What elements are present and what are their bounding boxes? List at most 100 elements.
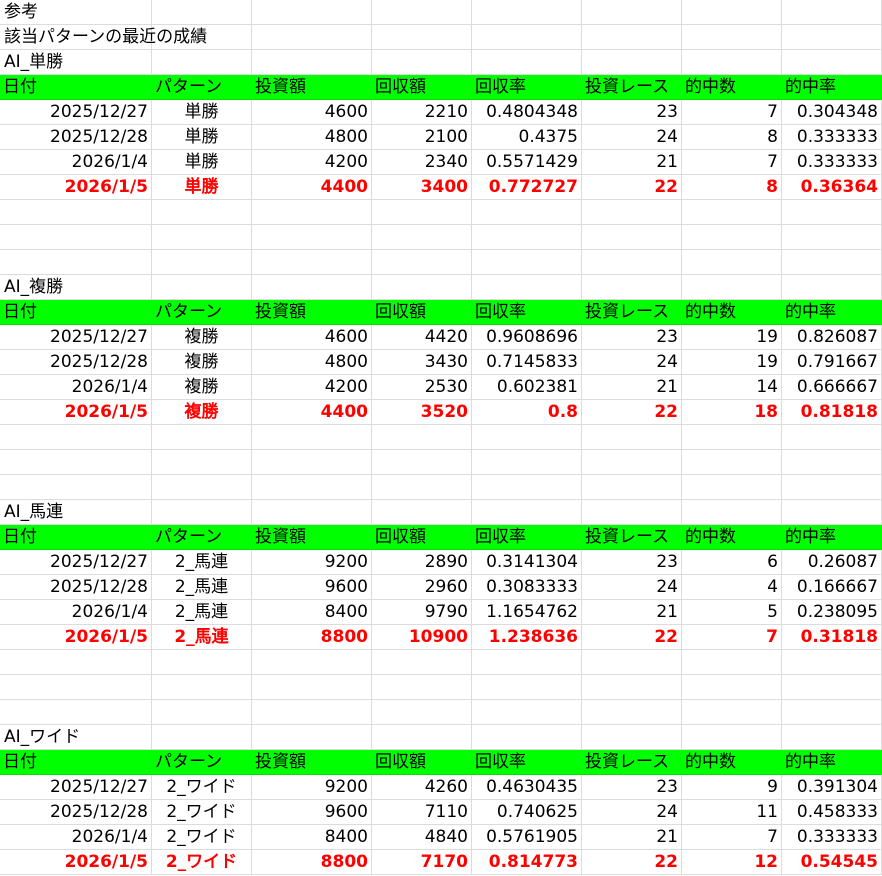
cell-pattern[interactable]: 単勝 — [152, 125, 252, 150]
header-investment[interactable]: 投資額 — [252, 750, 372, 775]
cell-empty[interactable] — [472, 725, 582, 750]
cell-hits[interactable]: 19 — [682, 325, 782, 350]
cell-return-rate[interactable]: 0.9608696 — [472, 325, 582, 350]
cell-hit-rate[interactable]: 0.458333 — [782, 800, 882, 825]
header-investment[interactable]: 投資額 — [252, 300, 372, 325]
cell-pattern[interactable]: 単勝 — [152, 100, 252, 125]
cell-races[interactable]: 23 — [582, 550, 682, 575]
header-date[interactable]: 日付 — [0, 525, 152, 550]
cell-hits[interactable]: 7 — [682, 625, 782, 650]
cell-return-amount[interactable]: 4840 — [372, 825, 472, 850]
cell-investment[interactable]: 8800 — [252, 850, 372, 875]
cell-return-amount[interactable]: 7110 — [372, 800, 472, 825]
cell-empty[interactable] — [582, 650, 682, 675]
header-pattern[interactable]: パターン — [152, 525, 252, 550]
cell-hit-rate[interactable]: 0.391304 — [782, 775, 882, 800]
cell-empty[interactable] — [582, 250, 682, 275]
cell-investment[interactable]: 4200 — [252, 150, 372, 175]
cell-return-rate[interactable]: 0.602381 — [472, 375, 582, 400]
header-pattern[interactable]: パターン — [152, 300, 252, 325]
header-date[interactable]: 日付 — [0, 300, 152, 325]
cell-empty[interactable] — [252, 0, 372, 25]
cell-empty[interactable] — [682, 225, 782, 250]
cell-return-rate[interactable]: 0.5571429 — [472, 150, 582, 175]
cell-return-rate[interactable]: 0.4804348 — [472, 100, 582, 125]
header-races[interactable]: 投資レース — [582, 525, 682, 550]
cell-empty[interactable] — [682, 250, 782, 275]
cell-empty[interactable] — [252, 700, 372, 725]
cell-empty[interactable] — [152, 450, 252, 475]
cell-investment[interactable]: 4800 — [252, 125, 372, 150]
cell-empty[interactable] — [252, 275, 372, 300]
cell-empty[interactable] — [152, 675, 252, 700]
cell-hits[interactable]: 7 — [682, 100, 782, 125]
cell-return-rate[interactable]: 0.3083333 — [472, 575, 582, 600]
spreadsheet-grid[interactable]: 参考 該当パターンの最近の成績 AI_単勝 日付 パターン 投資額 回収額 回収率 投資レース的… — [0, 0, 882, 876]
cell-empty[interactable] — [472, 250, 582, 275]
cell-empty[interactable] — [472, 475, 582, 500]
cell-empty[interactable] — [682, 475, 782, 500]
header-pattern[interactable]: パターン — [152, 750, 252, 775]
header-hits[interactable]: 的中数 — [682, 750, 782, 775]
cell-hit-rate[interactable]: 0.791667 — [782, 350, 882, 375]
cell-empty[interactable] — [582, 200, 682, 225]
cell-date[interactable]: 2026/1/4 — [0, 600, 152, 625]
cell-empty[interactable] — [0, 250, 152, 275]
header-races[interactable]: 投資レース — [582, 300, 682, 325]
cell-empty[interactable] — [472, 425, 582, 450]
cell-hit-rate[interactable]: 0.238095 — [782, 600, 882, 625]
cell-hits[interactable]: 5 — [682, 600, 782, 625]
cell-empty[interactable] — [0, 200, 152, 225]
cell-empty[interactable] — [682, 450, 782, 475]
cell-pattern[interactable]: 2_馬連 — [152, 575, 252, 600]
header-return-rate[interactable]: 回収率 — [472, 300, 582, 325]
cell-hits[interactable]: 12 — [682, 850, 782, 875]
cell-investment[interactable]: 9200 — [252, 550, 372, 575]
cell-empty[interactable] — [0, 675, 152, 700]
cell-empty[interactable] — [782, 450, 882, 475]
cell-empty[interactable] — [782, 725, 882, 750]
cell-date[interactable]: 2025/12/28 — [0, 800, 152, 825]
cell-races[interactable]: 24 — [582, 350, 682, 375]
cell-empty[interactable] — [252, 50, 372, 75]
cell-races[interactable]: 24 — [582, 800, 682, 825]
cell-empty[interactable] — [252, 675, 372, 700]
cell-date[interactable]: 2025/12/28 — [0, 575, 152, 600]
cell-investment[interactable]: 4400 — [252, 400, 372, 425]
cell-empty[interactable] — [782, 250, 882, 275]
cell-empty[interactable] — [582, 50, 682, 75]
header-pattern[interactable]: パターン — [152, 75, 252, 100]
cell-empty[interactable] — [472, 225, 582, 250]
cell-investment[interactable]: 4800 — [252, 350, 372, 375]
cell-pattern[interactable]: 2_ワイド — [152, 800, 252, 825]
cell-empty[interactable] — [252, 650, 372, 675]
cell-empty[interactable] — [372, 275, 472, 300]
cell-pattern[interactable]: 2_馬連 — [152, 625, 252, 650]
cell-investment[interactable]: 4400 — [252, 175, 372, 200]
header-races[interactable]: 投資レース — [582, 750, 682, 775]
cell-date[interactable]: 2026/1/4 — [0, 375, 152, 400]
cell-empty[interactable] — [252, 725, 372, 750]
cell-empty[interactable] — [582, 700, 682, 725]
cell-date[interactable]: 2026/1/5 — [0, 175, 152, 200]
cell-empty[interactable] — [782, 675, 882, 700]
cell-empty[interactable] — [782, 25, 882, 50]
cell-pattern[interactable]: 複勝 — [152, 400, 252, 425]
cell-investment[interactable]: 4600 — [252, 100, 372, 125]
cell-empty[interactable] — [682, 275, 782, 300]
cell-pattern[interactable]: 2_馬連 — [152, 600, 252, 625]
cell-empty[interactable] — [782, 0, 882, 25]
header-hit-rate[interactable]: 的中率 — [782, 750, 882, 775]
cell-empty[interactable] — [782, 700, 882, 725]
cell-hit-rate[interactable]: 0.81818 — [782, 400, 882, 425]
header-return-rate[interactable]: 回収率 — [472, 75, 582, 100]
cell-empty[interactable] — [152, 475, 252, 500]
cell-empty[interactable] — [152, 200, 252, 225]
header-return-amount[interactable]: 回収額 — [372, 750, 472, 775]
cell-empty[interactable] — [372, 675, 472, 700]
cell-return-amount[interactable]: 2890 — [372, 550, 472, 575]
cell-return-rate[interactable]: 0.4375 — [472, 125, 582, 150]
cell-empty[interactable] — [372, 650, 472, 675]
cell-hit-rate[interactable]: 0.666667 — [782, 375, 882, 400]
cell-pattern[interactable]: 2_ワイド — [152, 825, 252, 850]
